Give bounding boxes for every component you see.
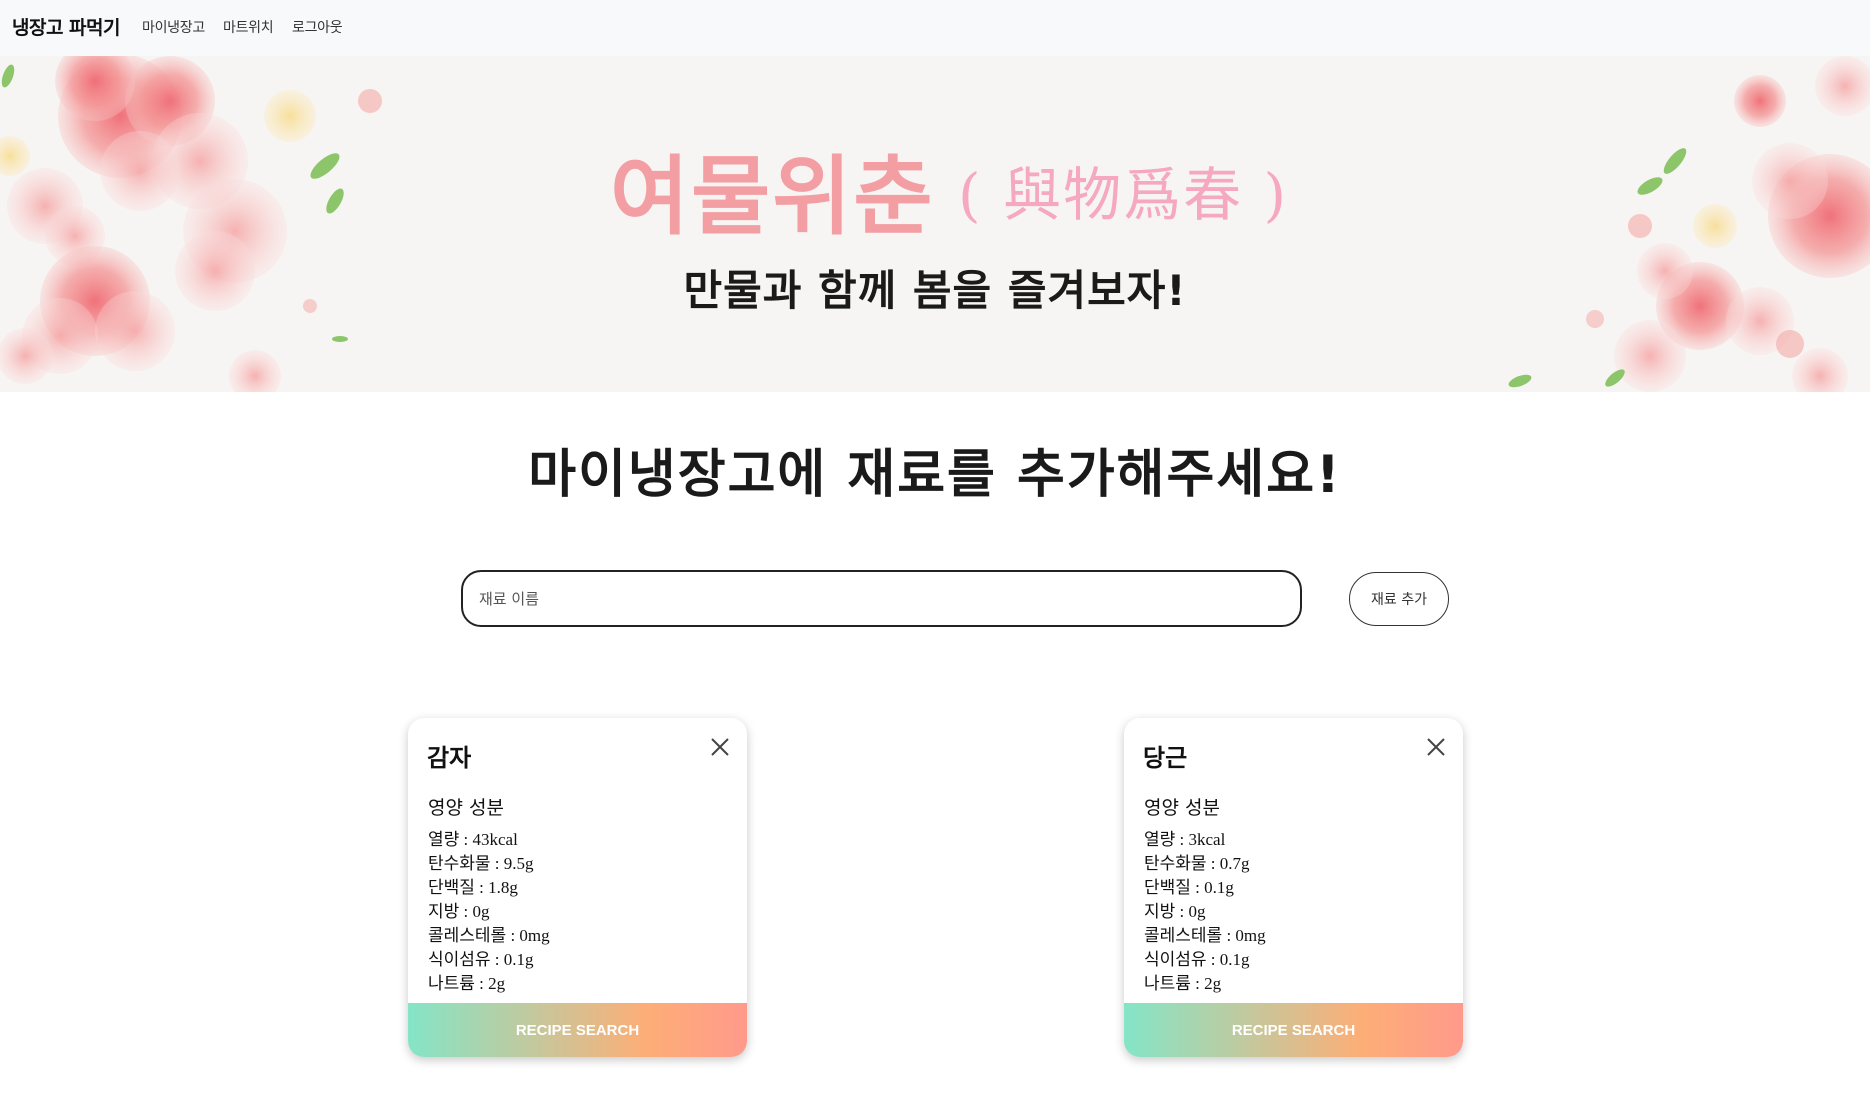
ingredient-card: 당근 영양 성분 열량 : 3kcal 탄수화물 : 0.7g 단백질 : 0.…	[1124, 718, 1463, 1057]
nutrition-heading: 영양 성분	[428, 797, 504, 819]
nutrition-item: 지방 : 0g	[1144, 902, 1206, 921]
page-heading: 마이냉장고에 재료를 추가해주세요!	[528, 445, 1342, 505]
nutrition-item: 나트륨 : 2g	[1144, 974, 1222, 993]
nav-link-logout[interactable]: 로그아웃	[292, 17, 343, 37]
nutrition-item: 식이섬유 : 0.1g	[428, 950, 534, 969]
close-icon[interactable]	[1425, 736, 1447, 758]
nutrition-list: 열량 : 3kcal 탄수화물 : 0.7g 단백질 : 0.1g 지방 : 0…	[1144, 828, 1266, 996]
recipe-search-button[interactable]: RECIPE SEARCH	[408, 1003, 747, 1057]
nutrition-item: 나트륨 : 2g	[428, 974, 506, 993]
banner-title: 여물위춘	[610, 146, 935, 247]
nutrition-item: 열량 : 3kcal	[1144, 830, 1226, 849]
recipe-search-button[interactable]: RECIPE SEARCH	[1124, 1003, 1463, 1057]
banner-subtitle: 만물과 함께 봄을 즐겨보자!	[683, 266, 1187, 315]
ingredient-card: 감자 영양 성분 열량 : 43kcal 탄수화물 : 9.5g 단백질 : 1…	[408, 718, 747, 1057]
ingredient-name: 당근	[1143, 744, 1188, 772]
nutrition-item: 탄수화물 : 0.7g	[1144, 854, 1250, 873]
nutrition-heading: 영양 성분	[1144, 797, 1220, 819]
nutrition-item: 단백질 : 0.1g	[1144, 878, 1234, 897]
nutrition-item: 열량 : 43kcal	[428, 830, 518, 849]
nutrition-item: 단백질 : 1.8g	[428, 878, 518, 897]
nav-link-my-fridge[interactable]: 마이냉장고	[142, 17, 205, 37]
nutrition-list: 열량 : 43kcal 탄수화물 : 9.5g 단백질 : 1.8g 지방 : …	[428, 828, 550, 996]
nutrition-item: 식이섬유 : 0.1g	[1144, 950, 1250, 969]
navbar: 냉장고 파먹기 마이냉장고 마트위치 로그아웃	[0, 0, 1870, 56]
close-icon[interactable]	[709, 736, 731, 758]
banner-hanja: ( 與物爲春 )	[958, 161, 1289, 229]
nutrition-item: 탄수화물 : 9.5g	[428, 854, 534, 873]
ingredient-name: 감자	[427, 744, 472, 772]
ingredient-name-input[interactable]	[461, 570, 1302, 627]
spring-banner: 여물위춘 ( 與物爲春 ) 만물과 함께 봄을 즐겨보자!	[0, 56, 1870, 392]
nav-link-mart-location[interactable]: 마트위치	[223, 17, 274, 37]
nutrition-item: 지방 : 0g	[428, 902, 490, 921]
nutrition-item: 콜레스테롤 : 0mg	[1144, 926, 1266, 945]
nutrition-item: 콜레스테롤 : 0mg	[428, 926, 550, 945]
flower-illustration	[0, 56, 1870, 392]
brand-logo[interactable]: 냉장고 파먹기	[12, 13, 121, 40]
add-ingredient-button[interactable]: 재료 추가	[1349, 572, 1449, 626]
